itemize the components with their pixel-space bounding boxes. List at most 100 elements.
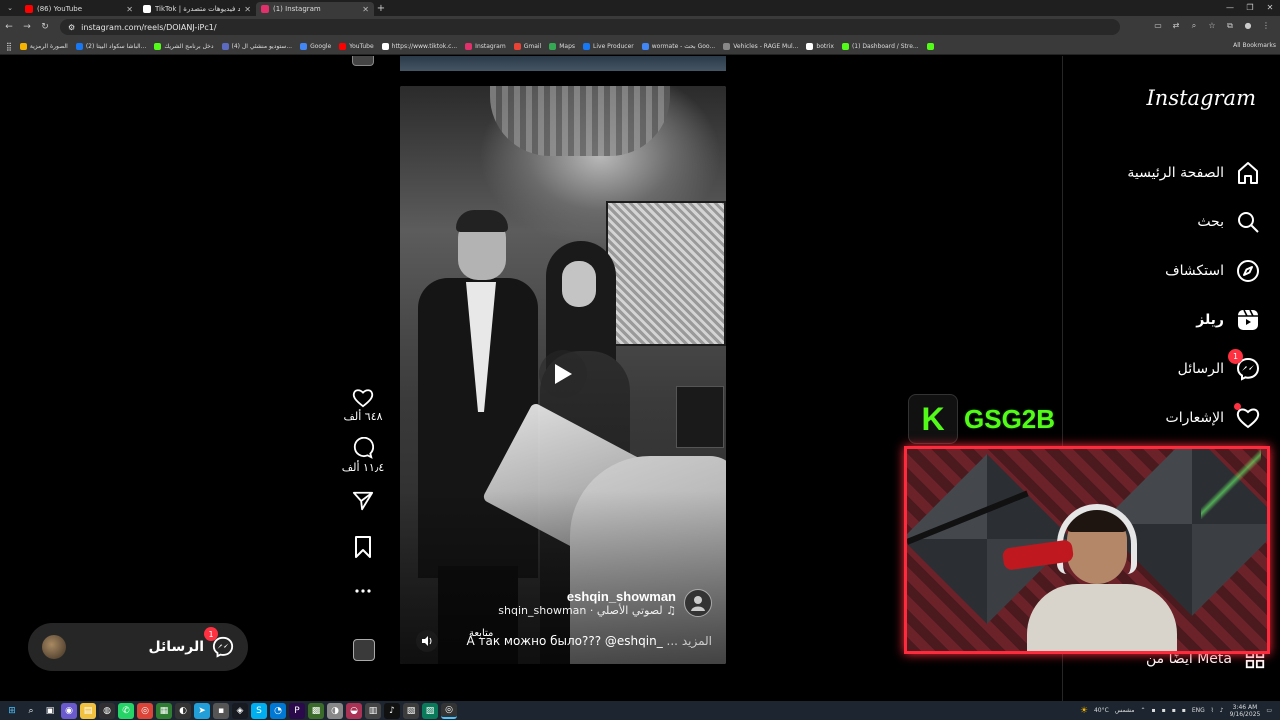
search-icon[interactable]: ⌕ — [23, 703, 39, 719]
obs-icon[interactable]: ◍ — [99, 702, 115, 719]
author-avatar[interactable] — [684, 589, 712, 617]
minimize-button[interactable]: — — [1220, 0, 1240, 16]
bookmark-item[interactable]: دخل برنامج الشريك — [154, 42, 214, 50]
sidebar-item-explore[interactable]: استكشاف — [1066, 246, 1266, 295]
author-username[interactable]: eshqin_showman — [498, 589, 676, 604]
app-icon[interactable]: ◒ — [346, 702, 362, 719]
app-icon[interactable]: ▤ — [80, 702, 96, 719]
bookmark-item[interactable]: Gmail — [513, 42, 541, 50]
windows-start-icon[interactable]: ⊞ — [4, 703, 20, 719]
volume-icon[interactable]: ♪ — [1220, 707, 1224, 714]
profile-icon[interactable]: ● — [1242, 19, 1254, 33]
tray-app-icon[interactable]: ▪ — [1162, 707, 1166, 714]
new-tab-button[interactable]: + — [374, 3, 388, 14]
skype-icon[interactable]: S — [251, 702, 267, 719]
audio-thumbnail[interactable] — [353, 639, 375, 661]
bookmark-item[interactable]: wormate - بحث Goo... — [641, 42, 715, 50]
chrome-icon[interactable]: ◎ — [137, 702, 153, 719]
more-options[interactable] — [354, 588, 372, 594]
bookmark-star-icon[interactable]: ☆ — [1206, 19, 1218, 33]
bookmark-item[interactable]: Live Producer — [583, 42, 634, 50]
bookmark-item[interactable]: (4) ستوديو منشئي ال... — [221, 42, 292, 50]
site-info-icon[interactable]: ⚙ — [68, 23, 75, 32]
reel-video[interactable]: eshqin_showman shqin_showman · لصوتي الأ… — [400, 86, 726, 664]
cast-icon[interactable]: ▭ — [1152, 19, 1164, 33]
extensions-icon[interactable]: ⧉ — [1224, 19, 1236, 33]
menu-icon[interactable]: ⋮ — [1260, 19, 1272, 33]
translate-icon[interactable]: ⇄ — [1170, 19, 1182, 33]
app-icon[interactable]: ▥ — [365, 702, 381, 719]
close-tab-icon[interactable]: ✕ — [362, 5, 369, 14]
bookmark-item[interactable]: Instagram — [465, 42, 506, 50]
tab-search-icon[interactable]: ⌄ — [0, 0, 20, 16]
bookmark-item[interactable]: Maps — [549, 42, 575, 50]
tab-instagram[interactable]: (1) Instagram ✕ — [256, 2, 374, 16]
sidebar-item-reels[interactable]: ريلز — [1066, 295, 1266, 344]
whatsapp-icon[interactable]: ✆ — [118, 702, 134, 719]
reel-caption[interactable]: A так можно было??? @eshqin_ ... المزيد — [466, 634, 712, 648]
save-action[interactable] — [353, 536, 373, 558]
tray-app-icon[interactable]: ▪ — [1172, 707, 1176, 714]
chrome-icon[interactable]: ◎ — [441, 702, 457, 719]
sidebar-item-search[interactable]: بحث — [1066, 197, 1266, 246]
close-tab-icon[interactable]: ✕ — [244, 5, 251, 14]
bookmark-item[interactable]: botrix — [806, 42, 834, 50]
instagram-logo[interactable]: Instagram — [1147, 86, 1256, 110]
app-icon[interactable]: ▨ — [422, 702, 438, 719]
mute-button[interactable] — [416, 630, 438, 652]
comment-action[interactable]: ١١٫٤ ألف — [342, 437, 384, 474]
language-indicator[interactable]: ENG — [1192, 707, 1205, 714]
sidebar-item-notifications[interactable]: الإشعارات — [1066, 393, 1266, 442]
app-icon[interactable]: ▧ — [403, 702, 419, 719]
bookmark-item[interactable]: Google — [300, 42, 331, 50]
bookmark-item[interactable]: https://www.tiktok.c... — [381, 42, 457, 50]
reload-button[interactable]: ↻ — [36, 22, 54, 32]
notifications-icon[interactable]: ▭ — [1266, 707, 1272, 714]
bookmark-item[interactable]: YouTube — [339, 42, 374, 50]
tiktok-icon[interactable]: ♪ — [384, 702, 400, 719]
play-button[interactable] — [539, 350, 587, 398]
telegram-icon[interactable]: ➤ — [194, 702, 210, 719]
app-icon[interactable]: ▩ — [308, 702, 324, 719]
zoom-icon[interactable]: ⌕ — [1188, 19, 1200, 33]
clock[interactable]: 3:46 AM 9/16/2025 — [1230, 704, 1261, 718]
tray-overflow-icon[interactable]: ⌃ — [1141, 707, 1146, 714]
messages-pill[interactable]: الرسائل 1 — [28, 623, 248, 671]
all-bookmarks-button[interactable]: All Bookmarks — [1233, 42, 1276, 49]
tray-app-icon[interactable]: ▪ — [1152, 707, 1156, 714]
back-button[interactable]: ← — [0, 22, 18, 32]
tab-tiktok[interactable]: TikTok | شاهد فيديوهات متصدرة ✕ — [138, 2, 256, 16]
bookmark-item[interactable]: الصورة الرمزية — [19, 42, 68, 50]
app-icon[interactable]: ◑ — [327, 702, 343, 719]
tray-app-icon[interactable]: ▪ — [1182, 707, 1186, 714]
sidebar-item-messages[interactable]: الرسائل 1 — [1066, 344, 1266, 393]
previous-reel-audio-thumb[interactable] — [352, 56, 374, 66]
premiere-icon[interactable]: P — [289, 702, 305, 719]
app-icon[interactable]: ◔ — [270, 702, 286, 719]
sidebar-item-home[interactable]: الصفحة الرئيسية — [1066, 148, 1266, 197]
network-icon[interactable]: ⌇ — [1211, 707, 1214, 714]
app-icon[interactable]: ◉ — [61, 702, 77, 719]
bookmark-item[interactable]: Vehicles - RAGE Mul... — [723, 42, 798, 50]
apps-grid-icon[interactable]: ⣿ — [6, 42, 12, 51]
forward-button[interactable]: → — [18, 22, 36, 32]
app-icon[interactable]: ◐ — [175, 702, 191, 719]
close-window-button[interactable]: ✕ — [1260, 0, 1280, 16]
bookmark-item[interactable]: (2) الباشا سكواد البيتا... — [75, 42, 146, 50]
caption-more[interactable]: ... المزيد — [667, 634, 712, 648]
bookmark-item[interactable]: (1) Dashboard / Stre... — [841, 42, 919, 50]
like-action[interactable]: ٦٤٨ ألف — [343, 388, 383, 423]
close-tab-icon[interactable]: ✕ — [126, 5, 133, 14]
tab-youtube[interactable]: (86) YouTube ✕ — [20, 2, 138, 16]
previous-reel[interactable] — [400, 56, 726, 71]
share-action[interactable] — [352, 490, 374, 512]
task-view-icon[interactable]: ▣ — [42, 703, 58, 719]
app-icon[interactable]: ▪ — [213, 702, 229, 719]
restore-button[interactable]: ❐ — [1240, 0, 1260, 16]
steam-icon[interactable]: ◈ — [232, 702, 248, 719]
app-icon[interactable]: ▦ — [156, 702, 172, 719]
weather-icon[interactable]: ☀ — [1080, 706, 1088, 716]
audio-label[interactable]: shqin_showman · لصوتي الأصلي ♫ — [498, 604, 676, 617]
bookmark-item[interactable] — [926, 42, 934, 50]
url-input[interactable]: ⚙ instagram.com/reels/DOIANJ-iPc1/ — [60, 19, 1120, 35]
